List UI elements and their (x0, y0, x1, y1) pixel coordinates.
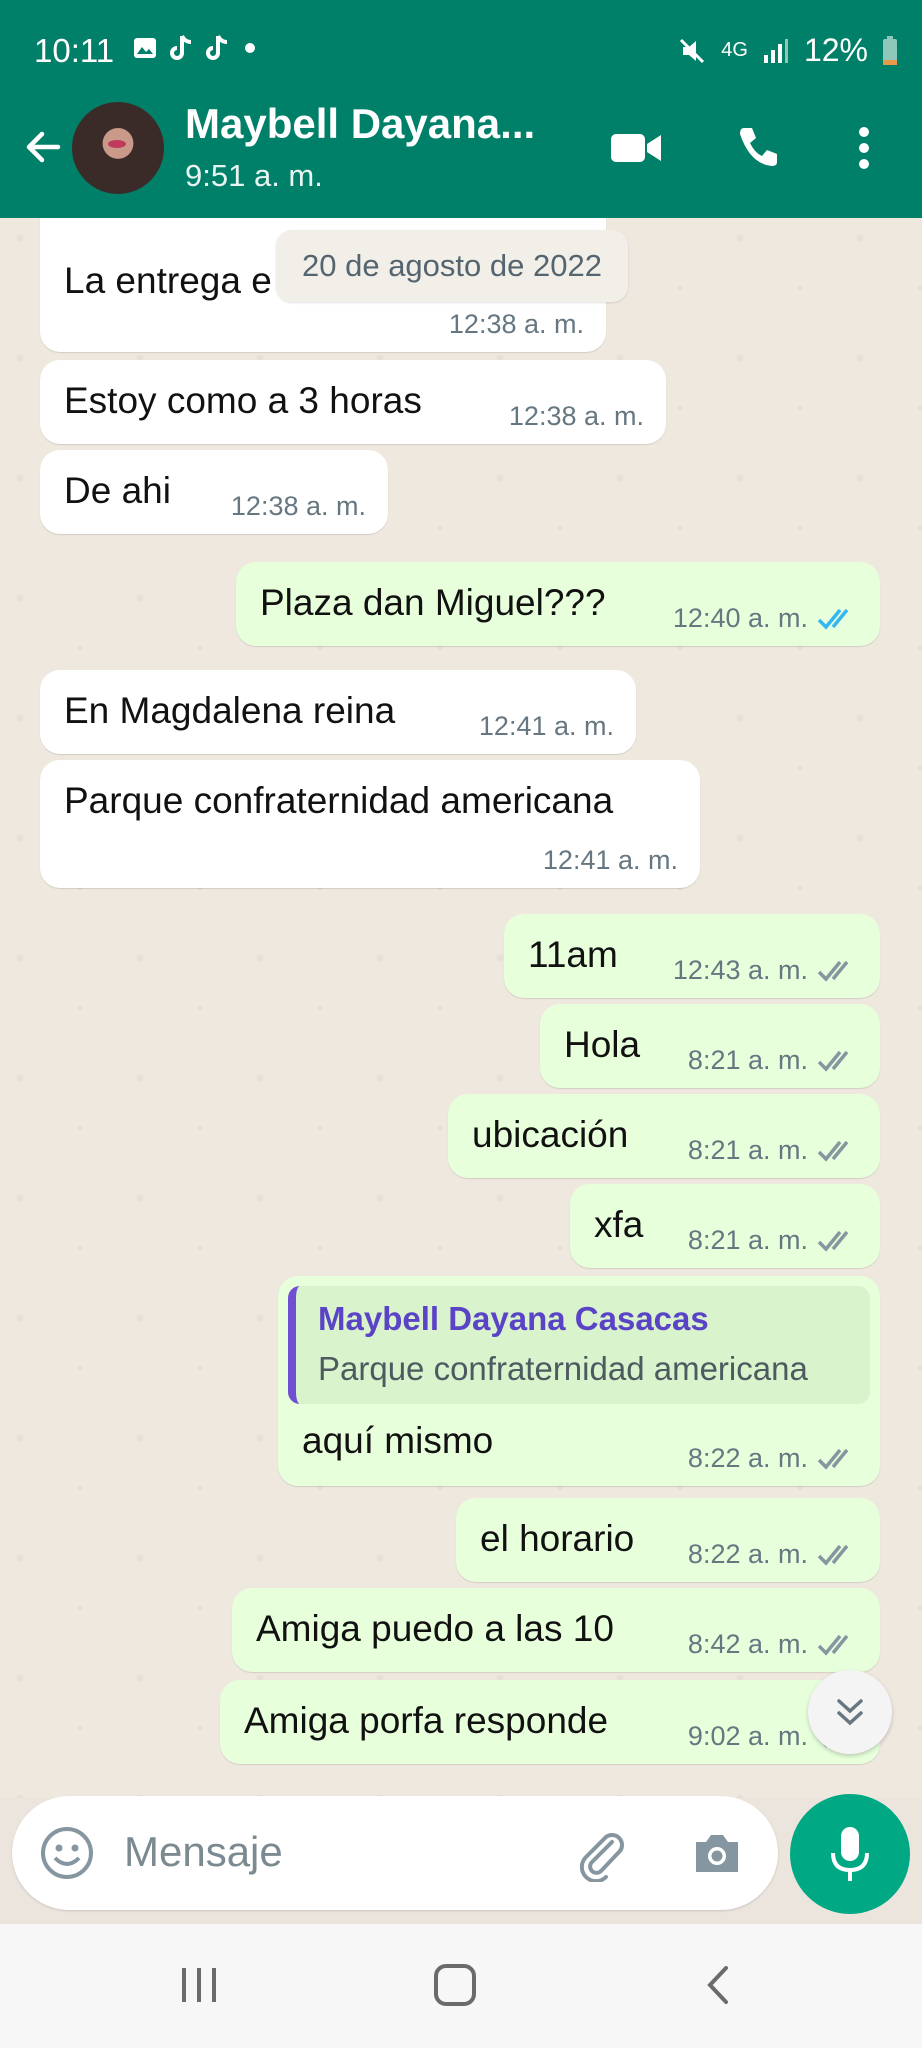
chat-area[interactable]: La entrega e 12:38 a. m. 20 de agosto de… (0, 218, 922, 1798)
message-outgoing[interactable]: Plaza dan Miguel??? 12:40 a. m. (236, 562, 880, 646)
message-outgoing[interactable]: ubicación 8:21 a. m. (448, 1094, 880, 1178)
gallery-icon (134, 38, 156, 58)
scroll-to-bottom-button[interactable] (808, 1670, 892, 1754)
system-nav-bar (0, 1924, 922, 2048)
message-text: Hola (564, 1024, 641, 1065)
delivered-ticks-icon (817, 1448, 849, 1470)
dot-icon (245, 43, 255, 53)
signal-icon (763, 38, 788, 63)
message-text: Amiga puedo a las 10 (256, 1608, 614, 1649)
message-outgoing[interactable]: Amiga puedo a las 10 8:42 a. m. (232, 1588, 880, 1672)
message-outgoing[interactable]: el horario 8:22 a. m. (456, 1498, 880, 1582)
mic-button[interactable] (790, 1794, 910, 1914)
quoted-sender: Maybell Dayana Casacas (318, 1300, 709, 1337)
message-time: 12:43 a. m. (673, 955, 858, 986)
battery-level: 12% (803, 32, 868, 68)
message-time: 12:41 a. m. (478, 711, 614, 741)
message-time: 8:21 a. m. (688, 1045, 858, 1076)
mute-icon (680, 38, 705, 63)
message-outgoing[interactable]: Amiga porfa responde 9:02 a. m. (220, 1680, 880, 1764)
emoji-icon[interactable] (38, 1824, 96, 1882)
message-outgoing[interactable]: 11am 12:43 a. m. (504, 914, 880, 998)
message-time: 8:22 a. m. (688, 1443, 858, 1474)
message-time: 8:21 a. m. (688, 1135, 858, 1166)
quoted-message[interactable]: Maybell Dayana Casacas Parque confratern… (288, 1286, 870, 1404)
message-text: ubicación (472, 1114, 629, 1155)
message-incoming[interactable]: Parque confraternidad americana 12:41 a.… (40, 760, 700, 888)
delivered-ticks-icon (817, 1544, 849, 1566)
quoted-text: Parque confraternidad americana (318, 1350, 808, 1387)
message-text: Amiga porfa responde (244, 1700, 609, 1741)
network-type: 4G (721, 39, 748, 61)
message-incoming[interactable]: En Magdalena reina 12:41 a. m. (40, 670, 636, 754)
delivered-ticks-icon (817, 1230, 849, 1252)
message-time: 12:38 a. m. (508, 401, 644, 431)
message-text: De ahi (64, 470, 171, 511)
message-time: 8:22 a. m. (688, 1539, 858, 1570)
message-text: el horario (480, 1518, 635, 1559)
contact-name[interactable]: Maybell Dayana... (185, 100, 535, 148)
attach-icon[interactable] (572, 1824, 630, 1882)
message-incoming[interactable]: De ahi 12:38 a. m. (40, 450, 388, 534)
message-time: 12:38 a. m. (448, 309, 584, 339)
message-outgoing[interactable]: xfa 8:21 a. m. (570, 1184, 880, 1268)
message-time: 8:42 a. m. (688, 1629, 858, 1660)
message-time: 12:38 a. m. (230, 491, 366, 521)
message-text: La entrega e (64, 260, 272, 301)
battery-icon (883, 35, 897, 65)
message-text: Plaza dan Miguel??? (260, 582, 606, 623)
phone-icon[interactable] (732, 122, 782, 172)
mic-icon (831, 1827, 869, 1881)
message-text: En Magdalena reina (64, 690, 396, 731)
status-time: 10:11 (34, 32, 115, 69)
delivered-ticks-icon (817, 1050, 849, 1072)
delivered-ticks-icon (817, 1140, 849, 1162)
status-bar: 10:11 4G 12% (0, 0, 922, 100)
message-composer[interactable]: Mensaje (12, 1796, 778, 1910)
notification-icons (132, 34, 260, 62)
last-seen: 9:51 a. m. (185, 158, 323, 193)
double-chevron-down-icon (837, 1699, 863, 1726)
message-time: 12:40 a. m. (673, 603, 858, 634)
message-time: 12:41 a. m. (542, 845, 678, 875)
message-outgoing-reply[interactable]: Maybell Dayana Casacas Parque confratern… (278, 1276, 880, 1486)
tiktok-icon (206, 35, 228, 60)
chat-header: Maybell Dayana... 9:51 a. m. (0, 100, 922, 218)
home-icon[interactable] (432, 1962, 478, 2008)
delivered-ticks-icon (817, 1634, 849, 1656)
system-icons: 4G 12% (677, 32, 898, 69)
camera-icon[interactable] (688, 1824, 746, 1882)
video-call-icon[interactable] (608, 122, 664, 174)
more-vert-icon[interactable] (852, 122, 876, 174)
read-ticks-icon (817, 608, 849, 630)
date-chip: 20 de agosto de 2022 (276, 230, 628, 302)
message-incoming[interactable]: Estoy como a 3 horas 12:38 a. m. (40, 360, 666, 444)
message-text: aquí mismo (302, 1420, 494, 1461)
message-text: 11am (528, 934, 618, 975)
message-time: 8:21 a. m. (688, 1225, 858, 1256)
recent-apps-icon[interactable] (176, 1962, 222, 2008)
tiktok-icon (170, 35, 192, 60)
message-outgoing[interactable]: Hola 8:21 a. m. (540, 1004, 880, 1088)
message-input[interactable]: Mensaje (124, 1828, 283, 1876)
message-text: xfa (594, 1204, 644, 1245)
back-nav-icon[interactable] (696, 1962, 742, 2008)
delivered-ticks-icon (817, 960, 849, 982)
avatar[interactable] (72, 102, 164, 194)
message-text: Estoy como a 3 horas (64, 380, 422, 421)
back-arrow-icon[interactable] (18, 122, 68, 172)
message-text: Parque confraternidad americana (64, 780, 614, 821)
